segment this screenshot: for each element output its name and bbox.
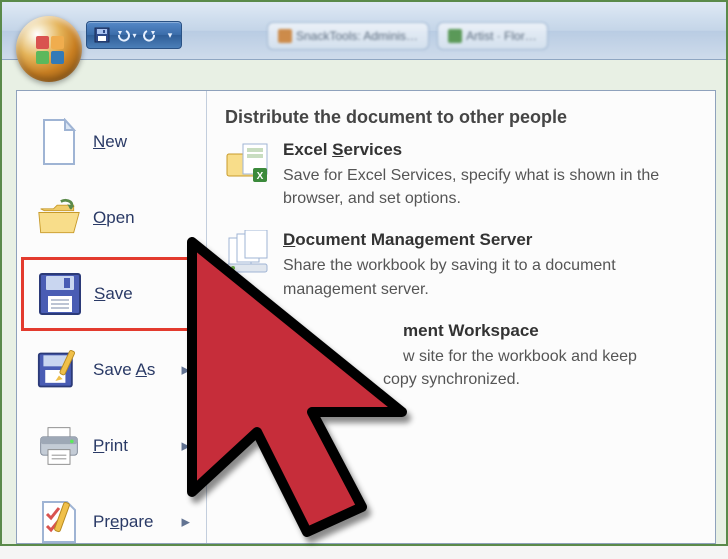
menu-item-label: Save As [93, 360, 155, 380]
qat-group: ▾ ▾ [86, 21, 182, 49]
tab-label: SnackTools: Adminis… [296, 29, 418, 43]
menu-item-label: Print [93, 436, 128, 456]
menu-left-column: New Open [17, 91, 207, 543]
menu-item-print[interactable]: Print ▶ [23, 409, 200, 483]
prepare-icon [37, 498, 81, 546]
window-tab[interactable]: SnackTools: Adminis… [267, 22, 429, 50]
title-bar: ▾ ▾ SnackTools: Adminis… [2, 2, 726, 60]
document-server-icon [225, 230, 271, 278]
publish-item-title: ment Workspace [403, 321, 697, 341]
menu-item-label: Prepare [93, 512, 154, 532]
menu-item-open[interactable]: Open [23, 181, 200, 255]
app-icon [448, 29, 462, 43]
office-logo-icon [32, 32, 68, 68]
qat-undo-button[interactable]: ▾ [115, 24, 137, 46]
app-icon [278, 29, 292, 43]
publish-item-desc: w site for the workbook and keep copy sy… [403, 345, 697, 391]
menu-right-panel: Distribute the document to other people … [207, 91, 715, 543]
excel-services-icon: X [225, 140, 271, 188]
svg-text:X: X [257, 171, 264, 182]
menu-item-label: Open [93, 208, 135, 228]
printer-icon [37, 424, 81, 468]
office-menu: New Open [16, 90, 716, 544]
qat-redo-button[interactable] [139, 24, 161, 46]
floppy-disk-icon [38, 272, 82, 316]
quick-access-toolbar: ▾ ▾ [86, 20, 182, 50]
qat-customize-button[interactable]: ▾ [163, 24, 177, 46]
new-document-icon [39, 118, 79, 166]
folder-open-icon [37, 198, 81, 238]
panel-title: Distribute the document to other people [225, 107, 697, 128]
qat-save-button[interactable] [91, 24, 113, 46]
menu-item-save-as[interactable]: Save As ▶ [23, 333, 200, 407]
floppy-disk-icon [94, 27, 110, 43]
publish-item-doc-server[interactable]: Document Management Server Share the wor… [225, 230, 697, 300]
menu-item-label: Save [94, 284, 133, 304]
window-tabs: SnackTools: Adminis… Artist · Flor… [267, 22, 548, 50]
submenu-arrow-icon: ▶ [182, 516, 190, 529]
submenu-arrow-icon: ▶ [182, 440, 190, 453]
publish-item-title: Excel Services [283, 140, 697, 160]
publish-item-excel-services[interactable]: X Excel Services Save for Excel Services… [225, 140, 697, 210]
menu-item-save[interactable]: Save [21, 257, 202, 331]
undo-icon [115, 27, 131, 43]
office-button[interactable] [16, 16, 82, 82]
tab-label: Artist · Flor… [466, 29, 537, 43]
publish-item-workspace[interactable]: ment Workspace w site for the workbook a… [225, 321, 697, 391]
redo-icon [142, 27, 158, 43]
submenu-arrow-icon: ▶ [182, 364, 190, 377]
publish-item-title: Document Management Server [283, 230, 697, 250]
publish-item-desc: Save for Excel Services, specify what is… [283, 164, 697, 210]
publish-item-desc: Share the workbook by saving it to a doc… [283, 254, 697, 300]
menu-item-new[interactable]: New [23, 105, 200, 179]
floppy-pencil-icon [37, 346, 81, 394]
menu-item-prepare[interactable]: Prepare ▶ [23, 485, 200, 559]
window-tab[interactable]: Artist · Flor… [437, 22, 548, 50]
menu-item-label: New [93, 132, 127, 152]
